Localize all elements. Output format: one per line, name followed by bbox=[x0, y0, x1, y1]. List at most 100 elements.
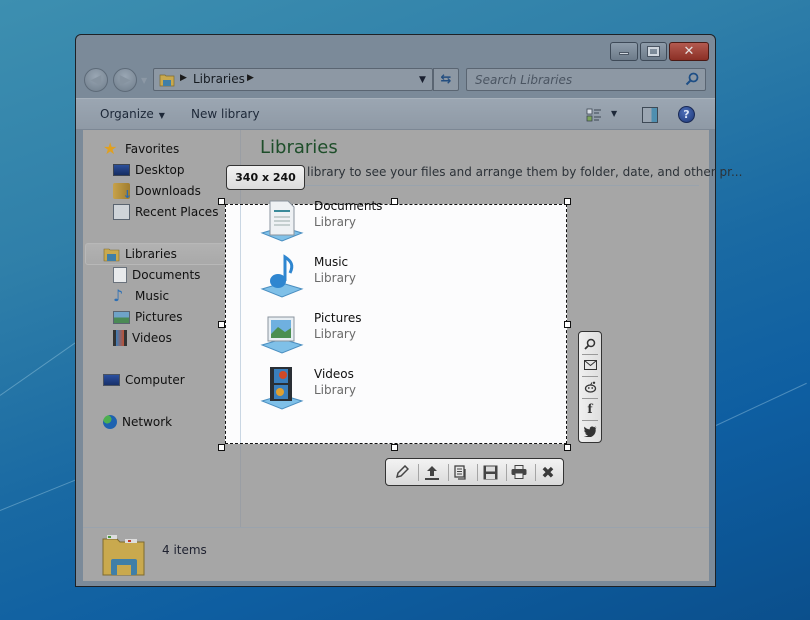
music-library-icon bbox=[260, 254, 304, 298]
maximize-icon bbox=[647, 46, 660, 57]
library-kind: Library bbox=[314, 215, 356, 229]
print-button[interactable] bbox=[507, 462, 531, 482]
resize-handle-se[interactable] bbox=[564, 444, 571, 451]
refresh-icon: ⇆ bbox=[440, 72, 452, 87]
item-count: 4 items bbox=[162, 543, 207, 557]
search-icon bbox=[584, 338, 596, 350]
new-library-button[interactable]: New library bbox=[191, 107, 260, 121]
resize-handle-w[interactable] bbox=[218, 321, 225, 328]
minimize-button[interactable] bbox=[610, 42, 638, 61]
share-toolbar: f bbox=[578, 331, 602, 443]
nav-computer-label: Computer bbox=[125, 373, 185, 387]
maximize-button[interactable] bbox=[640, 42, 667, 61]
reddit-icon bbox=[584, 381, 596, 393]
nav-desktop[interactable]: Desktop bbox=[113, 160, 185, 180]
search-placeholder: Search Libraries bbox=[475, 73, 573, 87]
nav-downloads[interactable]: ↓ Downloads bbox=[113, 181, 201, 201]
nav-desktop-label: Desktop bbox=[135, 163, 185, 177]
library-kind: Library bbox=[314, 327, 356, 341]
videos-icon bbox=[113, 330, 127, 346]
preview-pane-icon[interactable] bbox=[642, 107, 658, 123]
forward-button[interactable]: ▶ bbox=[113, 68, 137, 92]
facebook-button[interactable]: f bbox=[581, 399, 599, 419]
view-options-dropdown[interactable]: ▼ bbox=[611, 109, 617, 118]
copy-button[interactable] bbox=[449, 462, 473, 482]
edit-button[interactable] bbox=[390, 462, 414, 482]
save-button[interactable] bbox=[478, 462, 502, 482]
library-name: Pictures bbox=[314, 311, 362, 325]
nav-computer[interactable]: Computer bbox=[103, 370, 185, 390]
upload-icon bbox=[425, 465, 439, 480]
divider bbox=[260, 185, 699, 186]
reddit-button[interactable] bbox=[581, 377, 599, 397]
library-item-documents[interactable]: Documents Library bbox=[258, 197, 458, 249]
star-icon: ★ bbox=[103, 139, 118, 158]
resize-handle-nw[interactable] bbox=[218, 198, 225, 205]
page-subtitle: Open a library to see your files and arr… bbox=[260, 165, 743, 179]
library-item-pictures[interactable]: Pictures Library bbox=[258, 309, 458, 361]
search-icon[interactable] bbox=[685, 72, 699, 86]
resize-handle-n[interactable] bbox=[391, 198, 398, 205]
address-dropdown-icon[interactable]: ▼ bbox=[419, 75, 426, 85]
nav-network[interactable]: Network bbox=[103, 412, 172, 432]
refresh-button[interactable]: ⇆ bbox=[433, 68, 459, 91]
wallpaper-streak bbox=[715, 382, 807, 426]
back-arrow-icon: ◀ bbox=[90, 72, 102, 88]
separator bbox=[418, 464, 419, 481]
computer-icon bbox=[103, 374, 120, 386]
back-button[interactable]: ◀ bbox=[84, 68, 108, 92]
close-capture-button[interactable]: ✖ bbox=[536, 462, 560, 482]
nav-music-label: Music bbox=[135, 289, 170, 303]
breadcrumb-separator-icon[interactable]: ▶ bbox=[180, 73, 187, 83]
email-icon bbox=[583, 360, 597, 370]
resize-handle-s[interactable] bbox=[391, 444, 398, 451]
organize-menu[interactable]: Organize ▼ bbox=[100, 107, 165, 121]
nav-pictures-label: Pictures bbox=[135, 310, 183, 324]
nav-documents-label: Documents bbox=[132, 268, 201, 282]
page-title: Libraries bbox=[260, 137, 338, 158]
nav-libraries[interactable]: Libraries bbox=[103, 244, 177, 264]
nav-favorites[interactable]: ★ Favorites bbox=[103, 139, 179, 159]
help-icon[interactable]: ? bbox=[678, 106, 695, 123]
capture-selection[interactable]: Documents Library Music Library Pictures… bbox=[225, 199, 567, 444]
pictures-library-icon bbox=[260, 316, 304, 354]
nav-videos[interactable]: Videos bbox=[113, 328, 172, 348]
desktop-icon bbox=[113, 164, 130, 176]
libraries-icon bbox=[103, 248, 120, 262]
library-item-videos[interactable]: Videos Library bbox=[258, 365, 458, 417]
music-icon: ♪ bbox=[113, 286, 124, 305]
videos-library-icon bbox=[260, 367, 304, 410]
search-input[interactable]: Search Libraries bbox=[466, 68, 706, 91]
search-similar-button[interactable] bbox=[581, 334, 599, 354]
nav-music[interactable]: ♪ Music bbox=[113, 286, 169, 306]
nav-recent-places[interactable]: Recent Places bbox=[113, 202, 218, 222]
email-button[interactable] bbox=[581, 355, 599, 375]
selection-size-label: 340 x 240 bbox=[226, 165, 305, 190]
nav-documents[interactable]: Documents bbox=[113, 265, 200, 285]
nav-pictures[interactable]: Pictures bbox=[113, 307, 183, 327]
change-view-icon[interactable] bbox=[586, 107, 602, 123]
libraries-large-icon bbox=[102, 535, 145, 576]
library-item-music[interactable]: Music Library bbox=[258, 253, 458, 305]
upload-button[interactable] bbox=[420, 462, 444, 482]
breadcrumb-separator-icon[interactable]: ▶ bbox=[247, 73, 254, 83]
resize-handle-ne[interactable] bbox=[564, 198, 571, 205]
twitter-icon bbox=[583, 425, 596, 437]
pencil-icon bbox=[395, 465, 409, 479]
title-bar[interactable]: ✕ bbox=[76, 35, 715, 65]
resize-handle-e[interactable] bbox=[564, 321, 571, 328]
breadcrumb-libraries[interactable]: Libraries bbox=[193, 72, 245, 86]
library-name: Documents bbox=[314, 199, 383, 213]
recent-pages-dropdown[interactable]: ▼ bbox=[141, 76, 147, 85]
twitter-button[interactable] bbox=[581, 421, 599, 441]
library-kind: Library bbox=[314, 271, 356, 285]
close-button[interactable]: ✕ bbox=[669, 42, 709, 61]
resize-handle-sw[interactable] bbox=[218, 444, 225, 451]
pane-divider bbox=[240, 205, 241, 443]
library-name: Videos bbox=[314, 367, 354, 381]
close-icon: ✖ bbox=[541, 462, 555, 482]
address-bar[interactable]: ▶ Libraries ▶ ▼ bbox=[153, 68, 433, 91]
organize-label: Organize bbox=[100, 107, 154, 121]
nav-downloads-label: Downloads bbox=[135, 184, 201, 198]
facebook-icon: f bbox=[587, 402, 593, 416]
